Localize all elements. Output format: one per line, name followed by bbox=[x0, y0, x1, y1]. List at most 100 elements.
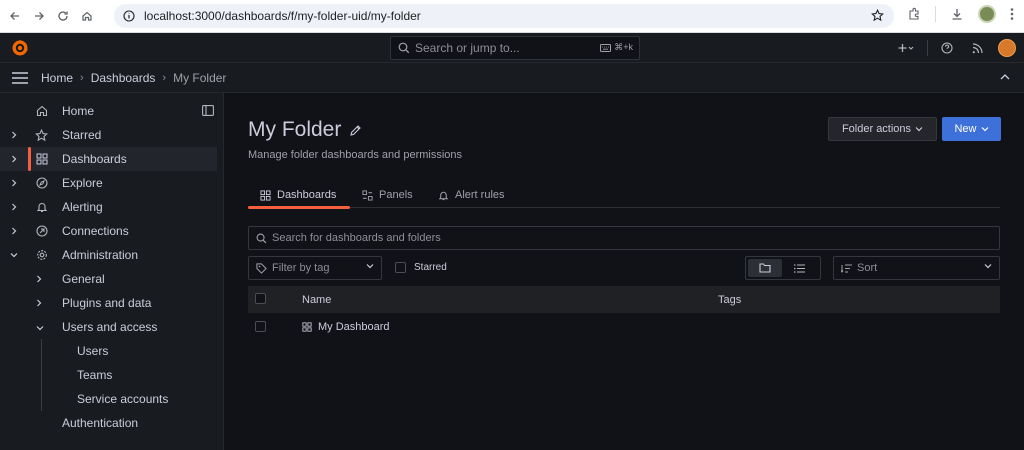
sidebar-item-explore[interactable]: Explore bbox=[0, 171, 224, 195]
panels-icon bbox=[362, 189, 373, 201]
global-search[interactable]: Search or jump to... ⌘+k bbox=[390, 36, 640, 60]
table-row[interactable]: My Dashboard bbox=[248, 313, 1000, 340]
sidebar-item-alerting[interactable]: Alerting bbox=[0, 195, 224, 219]
new-button[interactable]: New bbox=[942, 117, 1001, 141]
menu-kebab-icon[interactable] bbox=[1010, 7, 1014, 21]
sidebar-item-label: Users and access bbox=[62, 320, 158, 334]
sidebar-item-label: Dashboards bbox=[62, 152, 127, 166]
breadcrumb-separator: › bbox=[80, 72, 84, 84]
folder-view-button[interactable] bbox=[748, 259, 782, 277]
filter-by-tag-select[interactable]: Filter by tag bbox=[248, 256, 382, 280]
select-all-checkbox[interactable] bbox=[255, 293, 266, 304]
breadcrumb: Home › Dashboards › My Folder bbox=[41, 71, 226, 85]
breadcrumb-dashboards[interactable]: Dashboards bbox=[91, 71, 156, 85]
home-icon[interactable] bbox=[78, 7, 96, 25]
download-icon[interactable] bbox=[950, 7, 964, 21]
tab-panels[interactable]: Panels bbox=[362, 182, 413, 208]
chevron-right-icon[interactable] bbox=[36, 272, 42, 286]
sidebar-item-teams[interactable]: Teams bbox=[0, 363, 224, 387]
sidebar-item-users-and-access[interactable]: Users and access bbox=[0, 315, 224, 339]
page-subtitle: Manage folder dashboards and permissions bbox=[248, 149, 463, 161]
chevron-down-icon bbox=[366, 264, 374, 269]
site-info-icon[interactable] bbox=[123, 10, 135, 22]
tab-label: Panels bbox=[379, 189, 413, 201]
tab-alert-rules[interactable]: Alert rules bbox=[438, 182, 505, 208]
breadcrumb-current: My Folder bbox=[173, 71, 227, 85]
chevron-right-icon[interactable] bbox=[36, 296, 42, 310]
new-plus-button[interactable] bbox=[889, 33, 923, 63]
bookmark-star-icon[interactable] bbox=[871, 9, 884, 22]
sidebar-item-administration[interactable]: Administration bbox=[0, 243, 224, 267]
list-view-button[interactable] bbox=[782, 259, 816, 277]
back-icon[interactable] bbox=[6, 7, 24, 25]
dashboard-link[interactable]: My Dashboard bbox=[318, 321, 390, 333]
view-toggle bbox=[745, 256, 821, 280]
help-button[interactable] bbox=[932, 33, 962, 63]
tab-label: Alert rules bbox=[455, 189, 505, 201]
search-icon bbox=[256, 233, 267, 243]
chevron-right-icon[interactable] bbox=[9, 202, 19, 212]
sidebar-item-label: Authentication bbox=[62, 416, 139, 430]
chevron-right-icon[interactable] bbox=[9, 154, 19, 164]
news-button[interactable] bbox=[962, 33, 992, 63]
column-header-tags: Tags bbox=[718, 293, 742, 306]
tab-label: Dashboards bbox=[277, 189, 337, 201]
starred-label: Starred bbox=[414, 262, 447, 273]
breadcrumb-home[interactable]: Home bbox=[41, 71, 73, 85]
user-avatar[interactable] bbox=[998, 39, 1016, 57]
app-topbar: Search or jump to... ⌘+k bbox=[0, 33, 1024, 63]
starred-checkbox[interactable] bbox=[395, 262, 406, 273]
filter-tag-placeholder: Filter by tag bbox=[272, 262, 330, 274]
main-content: My Folder Manage folder dashboards and p… bbox=[225, 93, 1024, 450]
tab-dashboards[interactable]: Dashboards bbox=[248, 182, 350, 209]
sidebar-item-authentication[interactable]: Authentication bbox=[0, 411, 224, 435]
sidebar-item-starred[interactable]: Starred bbox=[0, 123, 224, 147]
folder-actions-button[interactable]: Folder actions bbox=[828, 117, 937, 141]
row-checkbox[interactable] bbox=[255, 321, 266, 332]
dashboard-search-input[interactable]: Search for dashboards and folders bbox=[248, 226, 1000, 250]
dashboards-icon bbox=[35, 153, 48, 166]
profile-avatar[interactable] bbox=[978, 5, 996, 23]
sidebar-item-label: Administration bbox=[62, 248, 139, 262]
chevron-down-icon[interactable] bbox=[9, 250, 19, 260]
chevron-down-icon[interactable] bbox=[36, 320, 44, 334]
folder-actions-label: Folder actions bbox=[841, 123, 912, 135]
chevron-up-icon[interactable] bbox=[1000, 73, 1010, 80]
folder-icon bbox=[759, 263, 771, 273]
sidebar-item-plugins[interactable]: Plugins and data bbox=[0, 291, 224, 315]
grafana-logo[interactable] bbox=[11, 39, 29, 57]
topbar-divider bbox=[927, 40, 928, 56]
rss-icon bbox=[972, 42, 983, 53]
sidebar-item-label: Starred bbox=[62, 128, 102, 142]
starred-filter[interactable]: Starred bbox=[395, 262, 447, 273]
sidebar-item-label: Plugins and data bbox=[62, 296, 152, 310]
sidebar-item-label: Explore bbox=[62, 176, 103, 190]
sidebar-item-service-accounts[interactable]: Service accounts bbox=[0, 387, 224, 411]
reload-icon[interactable] bbox=[54, 7, 72, 25]
search-placeholder: Search for dashboards and folders bbox=[272, 232, 441, 244]
sort-icon bbox=[841, 264, 852, 273]
sidebar-item-users[interactable]: Users bbox=[0, 339, 224, 363]
search-placeholder: Search or jump to... bbox=[415, 41, 520, 55]
forward-icon[interactable] bbox=[30, 7, 48, 25]
sidebar-item-home[interactable]: Home bbox=[0, 99, 224, 123]
new-button-label: New bbox=[954, 123, 977, 135]
address-bar[interactable]: localhost:3000/dashboards/f/my-folder-ui… bbox=[114, 4, 894, 28]
url-text[interactable]: localhost:3000/dashboards/f/my-folder-ui… bbox=[144, 9, 421, 23]
help-icon bbox=[941, 42, 953, 54]
sort-label: Sort bbox=[857, 262, 878, 274]
compass-icon bbox=[35, 177, 48, 190]
edit-pencil-icon[interactable] bbox=[349, 124, 362, 137]
sidebar-item-connections[interactable]: Connections bbox=[0, 219, 224, 243]
column-header-name[interactable]: Name bbox=[302, 294, 331, 306]
sidebar-item-dashboards[interactable]: Dashboards bbox=[0, 147, 217, 171]
extensions-icon[interactable] bbox=[907, 7, 921, 21]
chevron-right-icon[interactable] bbox=[9, 178, 19, 188]
chevron-down-icon bbox=[984, 264, 992, 269]
menu-hamburger-icon[interactable] bbox=[12, 72, 28, 84]
chevron-right-icon[interactable] bbox=[9, 226, 19, 236]
chevron-right-icon[interactable] bbox=[9, 130, 19, 140]
sort-select[interactable]: Sort bbox=[833, 256, 1000, 280]
sidebar-item-general[interactable]: General bbox=[0, 267, 224, 291]
sidebar-item-label: Alerting bbox=[62, 200, 103, 214]
